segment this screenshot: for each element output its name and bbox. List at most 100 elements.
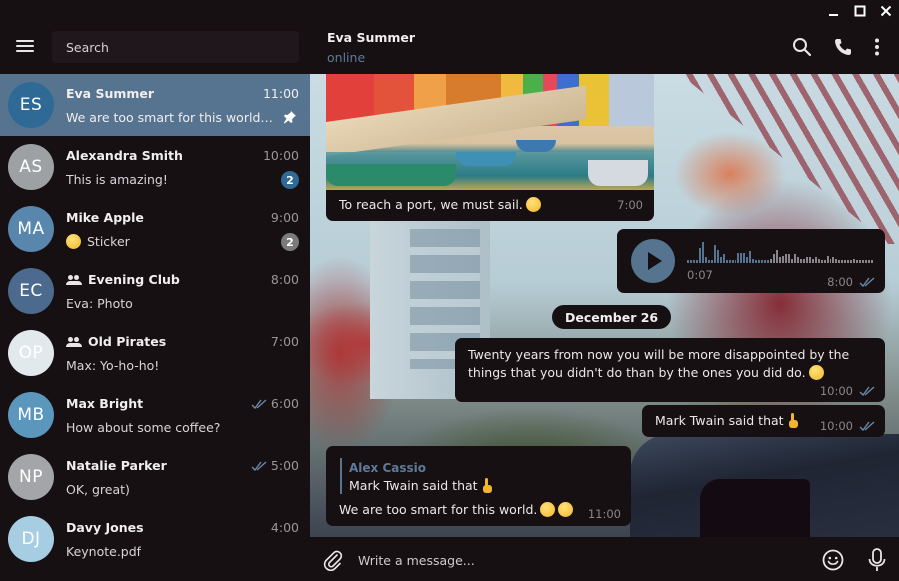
waveform-bar bbox=[695, 260, 698, 263]
double-check-icon bbox=[251, 398, 267, 409]
waveform-bar bbox=[802, 258, 805, 263]
chat-name-row: Mike Apple bbox=[66, 210, 144, 225]
chat-preview-text: How about some coffee? bbox=[66, 420, 221, 435]
chat-list-item[interactable]: MA Mike Apple 9:00 Sticker 2 bbox=[0, 198, 310, 260]
play-button[interactable] bbox=[631, 239, 675, 283]
unread-badge: 2 bbox=[281, 171, 299, 189]
waveform-bar bbox=[853, 258, 856, 263]
chat-preview-text: This is amazing! bbox=[66, 172, 168, 187]
chat-list-item[interactable]: MB Max Bright 6:00 How about some coffee? bbox=[0, 384, 310, 446]
chat-name-row: Old Pirates bbox=[66, 334, 166, 349]
minimize-button[interactable] bbox=[821, 0, 847, 22]
waveform-bar bbox=[865, 260, 868, 263]
waveform-bar bbox=[773, 254, 776, 263]
message-time: 8:00 bbox=[827, 275, 853, 289]
reply-author[interactable]: Alex Cassio bbox=[349, 461, 426, 475]
photo-boat bbox=[588, 160, 648, 186]
chat-list-item[interactable]: AS Alexandra Smith 10:00 This is amazing! 2 bbox=[0, 136, 310, 198]
paperclip-icon[interactable] bbox=[322, 549, 344, 571]
chat-background: To reach a port, we must sail. 7:00 0:07… bbox=[310, 74, 899, 537]
message-text-content: Mark Twain said that bbox=[655, 413, 784, 428]
chat-name-row: Eva Summer bbox=[66, 86, 154, 101]
photo-boat bbox=[326, 164, 456, 186]
more-vertical-icon[interactable] bbox=[867, 37, 887, 57]
unread-badge: 2 bbox=[281, 233, 299, 251]
waveform-bar bbox=[716, 249, 719, 263]
chat-time: 6:00 bbox=[270, 396, 299, 411]
chat-time-row: 8:00 bbox=[271, 272, 299, 287]
waveform-bar bbox=[793, 254, 796, 263]
close-button[interactable] bbox=[873, 0, 899, 22]
microphone-icon[interactable] bbox=[867, 548, 887, 572]
grinning-emoji-icon bbox=[66, 234, 81, 249]
voice-waveform[interactable] bbox=[687, 241, 874, 263]
chat-list-item[interactable]: EC Evening Club 8:00 Eva: Photo bbox=[0, 260, 310, 322]
waveform-bar bbox=[782, 255, 784, 263]
chat-list-item[interactable]: OP Old Pirates 7:00 Max: Yo-ho-ho! bbox=[0, 322, 310, 384]
double-check-icon bbox=[251, 460, 267, 471]
minimize-icon bbox=[829, 14, 838, 16]
chat-time-row: 10:00 bbox=[263, 148, 299, 163]
double-check-icon bbox=[859, 277, 875, 287]
sidebar: ES Eva Summer 11:00 We are too smart for th… bbox=[0, 0, 310, 581]
hamburger-menu-icon[interactable] bbox=[14, 38, 36, 56]
message-text: Mark Twain said that bbox=[655, 413, 800, 428]
chat-list-item[interactable]: ES Eva Summer 11:00 We are too smart for th… bbox=[0, 74, 310, 136]
waveform-bar bbox=[740, 252, 743, 263]
message-input[interactable] bbox=[358, 547, 798, 573]
chat-name: Alexandra Smith bbox=[66, 148, 183, 163]
message-time: 7:00 bbox=[617, 198, 643, 212]
waveform-bar bbox=[687, 260, 689, 263]
waveform-bar bbox=[761, 260, 764, 263]
chat-preview: Max: Yo-ho-ho! bbox=[66, 358, 159, 373]
chat-list-item[interactable]: NP Natalie Parker 5:00 OK, great) bbox=[0, 446, 310, 508]
chat-name: Max Bright bbox=[66, 396, 144, 411]
reply-bar bbox=[340, 458, 342, 494]
chat-preview: Keynote.pdf bbox=[66, 544, 141, 559]
chat-preview-text: OK, great) bbox=[66, 482, 130, 497]
waveform-bar bbox=[710, 260, 713, 263]
pin-icon bbox=[283, 111, 296, 124]
message-bubble: Twenty years from now you will be more d… bbox=[455, 338, 885, 402]
chat-list-item[interactable]: DJ Davy Jones 4:00 Keynote.pdf bbox=[0, 508, 310, 570]
group-icon bbox=[66, 274, 82, 285]
chat-preview: We are too smart for this world. 🤣😂 bbox=[66, 110, 276, 126]
waveform-bar bbox=[707, 260, 710, 263]
waveform-bar bbox=[811, 258, 814, 263]
avatar: ES bbox=[8, 82, 54, 128]
waveform-bar bbox=[856, 260, 859, 263]
peer-name[interactable]: Eva Summer bbox=[327, 30, 415, 45]
chat-time-row: 7:00 bbox=[271, 334, 299, 349]
message-photo[interactable] bbox=[326, 74, 654, 190]
avatar: OP bbox=[8, 330, 54, 376]
waveform-bar bbox=[743, 252, 746, 263]
waveform-bar bbox=[871, 260, 874, 263]
photo-message[interactable]: To reach a port, we must sail. 7:00 bbox=[326, 74, 654, 221]
chat-name-row: Evening Club bbox=[66, 272, 180, 287]
smiley-icon[interactable] bbox=[822, 549, 844, 571]
waveform-bar bbox=[758, 260, 761, 263]
reply-quoted-text[interactable]: Mark Twain said that bbox=[349, 478, 494, 493]
chat-time-row: 4:00 bbox=[271, 520, 299, 535]
chat-header: Eva Summer online bbox=[310, 0, 899, 74]
waveform-bar bbox=[776, 249, 779, 263]
chat-name: Old Pirates bbox=[88, 334, 167, 349]
search-icon[interactable] bbox=[792, 37, 812, 57]
chat-preview: This is amazing! bbox=[66, 172, 168, 187]
group-icon bbox=[66, 336, 82, 347]
avatar: MB bbox=[8, 392, 54, 438]
waveform-bar bbox=[731, 260, 734, 263]
maximize-button[interactable] bbox=[847, 0, 873, 22]
chat-list: ES Eva Summer 11:00 We are too smart for th… bbox=[0, 74, 310, 570]
background-bridge bbox=[680, 74, 899, 244]
message-text-content: Twenty years from now you will be more d… bbox=[468, 347, 850, 380]
chat-preview: Eva: Photo bbox=[66, 296, 133, 311]
waveform-bar bbox=[770, 258, 773, 263]
close-icon bbox=[880, 5, 892, 17]
double-check-icon bbox=[859, 421, 875, 431]
reply-quoted-text-content: Mark Twain said that bbox=[349, 478, 478, 493]
search-input[interactable] bbox=[52, 31, 299, 63]
message-text: Twenty years from now you will be more d… bbox=[468, 346, 858, 382]
waveform-bar bbox=[829, 258, 832, 263]
phone-icon[interactable] bbox=[833, 37, 853, 57]
